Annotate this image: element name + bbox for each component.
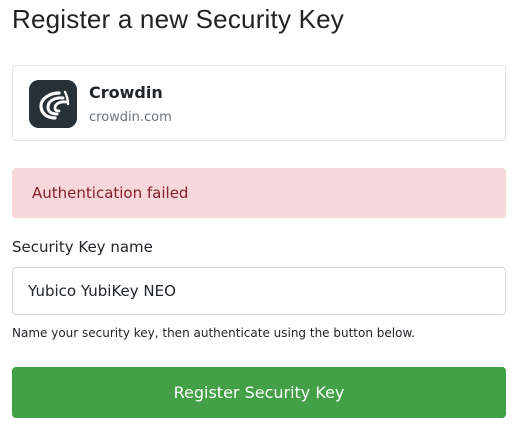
error-alert-message: Authentication failed [32,184,189,202]
error-alert: Authentication failed [12,168,506,218]
register-security-key-button[interactable]: Register Security Key [12,367,506,418]
crowdin-logo-icon [29,80,77,128]
security-key-help-text: Name your security key, then authenticat… [12,326,415,340]
security-key-name-input[interactable] [12,267,506,315]
app-name: Crowdin [89,83,163,102]
app-domain: crowdin.com [89,110,172,125]
security-key-name-label: Security Key name [12,238,153,256]
page-title: Register a new Security Key [12,4,344,34]
app-card: Crowdin crowdin.com [12,65,506,141]
